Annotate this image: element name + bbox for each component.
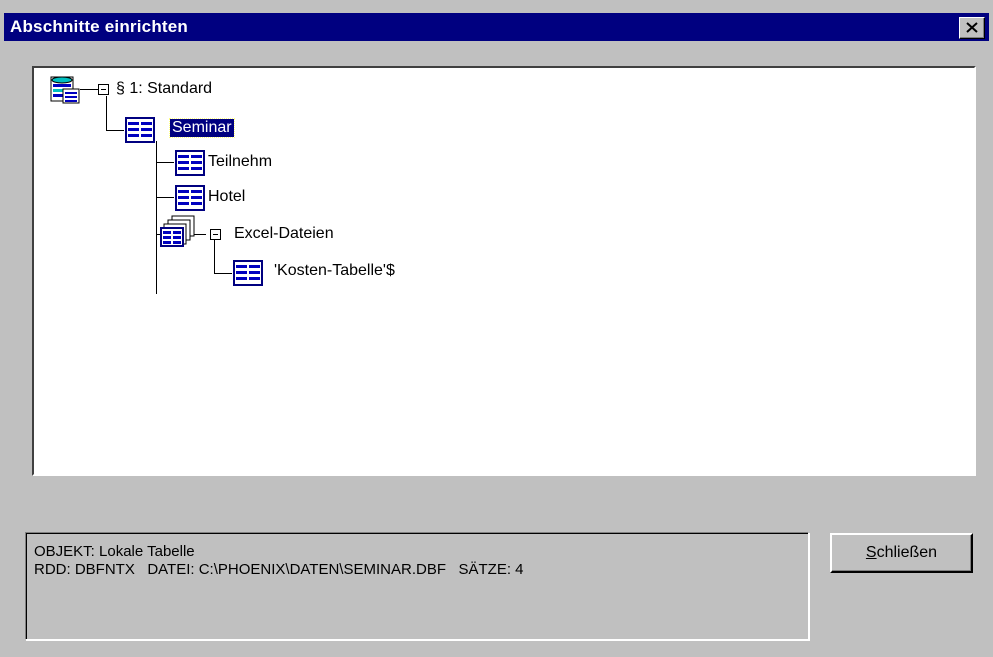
close-button-label: chließen	[876, 544, 938, 561]
close-window-button[interactable]	[959, 17, 985, 39]
close-button-accesskey: S	[865, 544, 877, 561]
section-tree[interactable]: § 1: Standard Seminar Teilnehm Hotel Exc…	[32, 66, 976, 476]
table-icon	[124, 116, 156, 149]
object-info-panel: OBJEKT: Lokale Tabelle RDD: DBFNTX DATEI…	[25, 532, 809, 640]
info-object-line: OBJEKT: Lokale Tabelle	[34, 543, 195, 560]
tree-node-teilnehm[interactable]: Teilnehm	[208, 153, 272, 171]
collapse-toggle-root[interactable]	[98, 84, 109, 95]
window-title: Abschnitte einrichten	[10, 17, 189, 36]
tree-node-seminar[interactable]: Seminar	[169, 118, 235, 138]
table-icon	[174, 149, 206, 182]
tree-node-kosten-tabelle[interactable]: 'Kosten-Tabelle'$	[274, 262, 395, 280]
table-icon	[174, 184, 206, 217]
table-icon	[232, 259, 264, 292]
title-bar: Abschnitte einrichten	[4, 13, 989, 41]
tree-node-hotel[interactable]: Hotel	[208, 188, 245, 206]
info-rdd-line: RDD: DBFNTX DATEI: C:\PHOENIX\DATEN\SEMI…	[34, 561, 524, 578]
tree-content: § 1: Standard Seminar Teilnehm Hotel Exc…	[34, 68, 974, 474]
tree-node-excel-dateien[interactable]: Excel-Dateien	[234, 225, 334, 243]
close-button[interactable]: Schließen	[830, 533, 973, 573]
close-icon	[966, 22, 978, 33]
dialog-window: Abschnitte einrichten § 1: Standard Semi…	[0, 0, 993, 657]
table-stack-icon	[158, 215, 198, 254]
tree-node-root[interactable]: § 1: Standard	[116, 80, 212, 98]
database-icon	[49, 75, 81, 110]
collapse-toggle-excel[interactable]	[210, 229, 221, 240]
